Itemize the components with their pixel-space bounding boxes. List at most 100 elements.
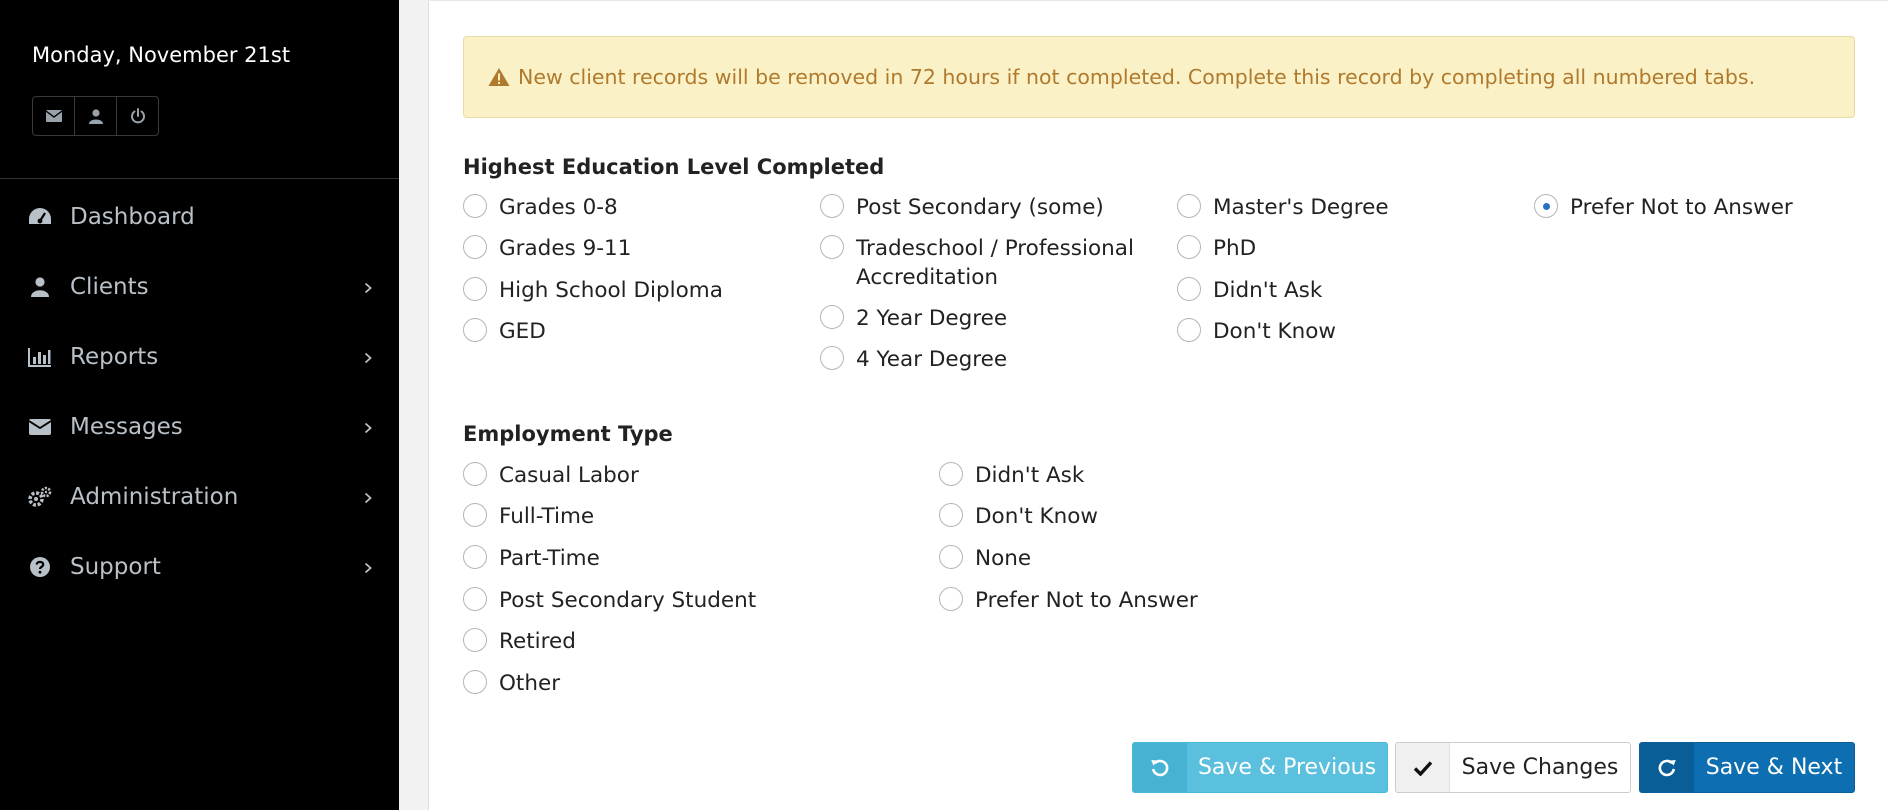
education-title: Highest Education Level Completed <box>463 155 885 179</box>
warning-icon <box>488 67 510 87</box>
employment-option[interactable]: Part-Time <box>463 544 600 573</box>
employment-option[interactable]: Retired <box>463 627 576 656</box>
sidebar-item-administration[interactable]: Administration <box>0 462 399 532</box>
option-label: Part-Time <box>499 546 600 571</box>
option-label: 2 Year Degree <box>856 306 1008 331</box>
radio-button[interactable] <box>463 670 487 694</box>
education-option[interactable]: GED <box>463 317 546 346</box>
radio-button[interactable] <box>463 462 487 486</box>
radio-button[interactable] <box>820 305 844 329</box>
sidebar-nav: Dashboard Clients Reports Messages Admin… <box>0 182 399 602</box>
education-option[interactable]: Tradeschool / Professional Accreditation <box>820 234 1150 292</box>
bar-chart-icon <box>26 343 54 371</box>
option-label: Didn't Ask <box>1213 278 1323 303</box>
option-label: Full-Time <box>499 504 595 529</box>
chevron-right-icon <box>364 414 372 440</box>
quick-actions <box>32 96 159 136</box>
sidebar-item-label: Clients <box>70 274 149 300</box>
save-changes-button[interactable]: Save Changes <box>1395 742 1631 793</box>
main-content: New client records will be removed in 72… <box>399 0 1888 810</box>
redo-icon <box>1640 743 1694 792</box>
radio-button[interactable] <box>939 503 963 527</box>
chevron-right-icon <box>364 554 372 580</box>
education-option[interactable]: Didn't Ask <box>1177 276 1322 305</box>
save-next-button[interactable]: Save & Next <box>1639 742 1855 793</box>
envelope-icon[interactable] <box>33 97 75 135</box>
radio-button[interactable] <box>939 545 963 569</box>
radio-button[interactable] <box>820 194 844 218</box>
sidebar-divider <box>0 178 399 179</box>
option-label: Don't Know <box>975 504 1098 529</box>
radio-button[interactable] <box>463 318 487 342</box>
radio-button[interactable] <box>463 628 487 652</box>
employment-option[interactable]: Didn't Ask <box>939 461 1084 490</box>
employment-option[interactable]: None <box>939 544 1031 573</box>
sidebar-item-support[interactable]: Support <box>0 532 399 602</box>
option-label: Prefer Not to Answer <box>1570 195 1793 220</box>
radio-button-selected[interactable] <box>1534 194 1558 218</box>
power-icon[interactable] <box>117 97 158 135</box>
option-label: Don't Know <box>1213 319 1336 344</box>
employment-option[interactable]: Other <box>463 669 560 698</box>
employment-option[interactable]: Casual Labor <box>463 461 639 490</box>
envelope-icon <box>26 413 54 441</box>
option-label: Other <box>499 671 561 696</box>
option-label: Retired <box>499 629 576 654</box>
save-previous-button[interactable]: Save & Previous <box>1132 742 1388 793</box>
radio-button[interactable] <box>820 235 844 259</box>
employment-option[interactable]: Post Secondary Student <box>463 586 756 615</box>
option-label: Master's Degree <box>1213 195 1389 220</box>
question-circle-icon <box>26 553 54 581</box>
radio-button[interactable] <box>1177 318 1201 342</box>
education-option[interactable]: Master's Degree <box>1177 193 1389 222</box>
sidebar-item-reports[interactable]: Reports <box>0 322 399 392</box>
button-label: Save & Previous <box>1197 755 1377 780</box>
education-option[interactable]: Prefer Not to Answer <box>1534 193 1793 222</box>
option-label: GED <box>499 319 546 344</box>
option-label: Post Secondary Student <box>499 588 757 613</box>
radio-button[interactable] <box>820 346 844 370</box>
education-option[interactable]: Don't Know <box>1177 317 1336 346</box>
radio-button[interactable] <box>1177 194 1201 218</box>
education-option[interactable]: Grades 9-11 <box>463 234 631 263</box>
dashboard-icon <box>26 203 54 231</box>
education-option[interactable]: High School Diploma <box>463 276 723 305</box>
sidebar-item-label: Dashboard <box>70 204 195 230</box>
sidebar-item-dashboard[interactable]: Dashboard <box>0 182 399 252</box>
button-label: Save Changes <box>1461 755 1619 780</box>
radio-button[interactable] <box>939 587 963 611</box>
radio-button[interactable] <box>1177 235 1201 259</box>
employment-title: Employment Type <box>463 422 673 446</box>
radio-button[interactable] <box>463 587 487 611</box>
education-option[interactable]: 2 Year Degree <box>820 304 1007 333</box>
sidebar-item-label: Reports <box>70 344 159 370</box>
content-gutter <box>399 0 429 810</box>
sidebar-item-messages[interactable]: Messages <box>0 392 399 462</box>
option-label: Grades 9-11 <box>499 236 632 261</box>
top-divider <box>430 0 1888 1</box>
chevron-right-icon <box>364 344 372 370</box>
check-icon <box>1396 743 1450 792</box>
undo-icon <box>1133 743 1187 792</box>
sidebar-item-clients[interactable]: Clients <box>0 252 399 322</box>
radio-button[interactable] <box>939 462 963 486</box>
option-label: PhD <box>1213 236 1257 261</box>
option-label: Grades 0-8 <box>499 195 618 220</box>
education-option[interactable]: Post Secondary (some) <box>820 193 1104 222</box>
radio-button[interactable] <box>1177 277 1201 301</box>
education-option[interactable]: PhD <box>1177 234 1256 263</box>
radio-button[interactable] <box>463 545 487 569</box>
radio-button[interactable] <box>463 235 487 259</box>
radio-button[interactable] <box>463 277 487 301</box>
employment-option[interactable]: Prefer Not to Answer <box>939 586 1198 615</box>
education-option[interactable]: 4 Year Degree <box>820 345 1007 374</box>
employment-option[interactable]: Full-Time <box>463 502 594 531</box>
radio-button[interactable] <box>463 503 487 527</box>
sidebar-item-label: Messages <box>70 414 183 440</box>
education-option[interactable]: Grades 0-8 <box>463 193 618 222</box>
employment-option[interactable]: Don't Know <box>939 502 1098 531</box>
user-icon <box>26 273 54 301</box>
user-icon[interactable] <box>75 97 117 135</box>
radio-button[interactable] <box>463 194 487 218</box>
option-label: High School Diploma <box>499 278 723 303</box>
